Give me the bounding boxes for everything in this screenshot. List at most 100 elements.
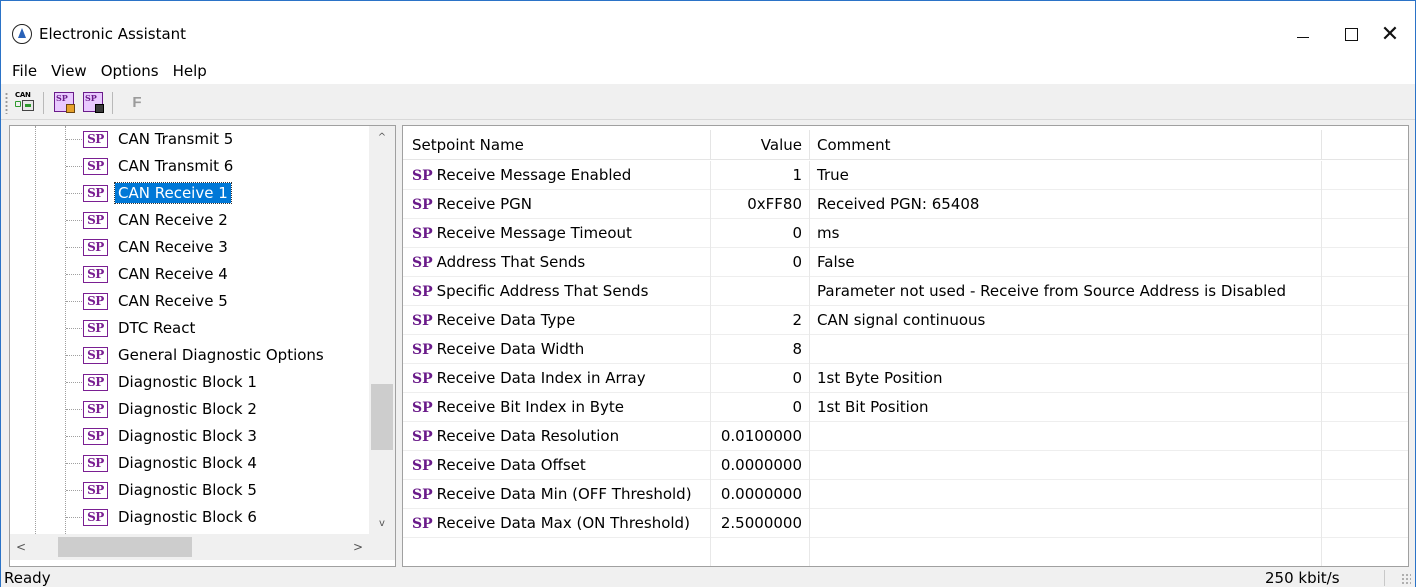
setpoint-name-cell[interactable]: SP Receive Data Index in Array (403, 364, 711, 393)
tree-item[interactable]: SP Diagnostic Block 5 (10, 476, 370, 503)
setpoint-value-cell[interactable]: 2.5000000 (711, 509, 810, 538)
setpoint-group-icon: SP (83, 266, 108, 283)
column-header-comment[interactable]: Comment (810, 130, 1322, 160)
resize-grip[interactable] (1401, 573, 1411, 585)
setpoint-name-cell[interactable]: SP Receive Message Timeout (403, 219, 711, 248)
tree-vertical-scrollbar[interactable]: ^ v (369, 126, 395, 534)
column-header-value[interactable]: Value (711, 130, 810, 160)
table-row[interactable]: SP Receive Message Enabled 1 True (403, 161, 1408, 190)
setpoint-value-cell[interactable]: 0.0100000 (711, 422, 810, 451)
table-row[interactable]: SP Receive Data Width 8 (403, 335, 1408, 364)
setpoint-group-icon: SP (83, 293, 108, 310)
scroll-up-icon[interactable]: ^ (369, 126, 395, 148)
blank-cell (1322, 161, 1408, 190)
tree-item[interactable]: SP CAN Receive 4 (10, 260, 370, 287)
tree-item[interactable]: SP CAN Transmit 6 (10, 152, 370, 179)
scroll-right-icon[interactable]: > (347, 534, 369, 560)
setpoint-icon: SP (412, 487, 433, 503)
tree-item[interactable]: SP CAN Transmit 5 (10, 126, 370, 152)
table-row[interactable]: SP Receive Data Min (OFF Threshold) 0.0000… (403, 480, 1408, 509)
setpoint-value-cell[interactable] (711, 277, 810, 306)
maximize-icon (1344, 27, 1358, 41)
table-row[interactable]: SP Address That Sends 0 False (403, 248, 1408, 277)
table-row[interactable]: SP Receive PGN 0xFF80 Received PGN: 65408 (403, 190, 1408, 219)
setpoint-name-cell[interactable]: SP Receive Data Max (ON Threshold) (403, 509, 711, 538)
open-setpoint-icon: SP (54, 92, 75, 113)
tree-connector (66, 193, 82, 194)
setpoint-name-cell[interactable]: SP Specific Address That Sends (403, 277, 711, 306)
tree-item[interactable]: SP CAN Receive 3 (10, 233, 370, 260)
tree-item-label: Diagnostic Block 5 (118, 481, 257, 499)
tree-item[interactable]: SP CAN Receive 5 (10, 287, 370, 314)
setpoint-name: Receive Data Index in Array (436, 369, 646, 387)
table-row[interactable]: SP Receive Data Type 2 CAN signal continuou… (403, 306, 1408, 335)
setpoint-value-cell[interactable]: 0 (711, 219, 810, 248)
setpoint-name-cell[interactable]: SP Receive Bit Index in Byte (403, 393, 711, 422)
tree-item[interactable]: SP DTC React (10, 314, 370, 341)
tree-vertical-scroll-thumb[interactable] (371, 384, 393, 450)
tree-item[interactable]: SP Diagnostic Block 3 (10, 422, 370, 449)
table-row[interactable]: SP Receive Data Offset 0.0000000 (403, 451, 1408, 480)
table-row[interactable]: SP Receive Data Max (ON Threshold) 2.50000… (403, 509, 1408, 538)
tree-horizontal-scrollbar[interactable]: < > (10, 534, 369, 560)
blank-cell (1322, 306, 1408, 335)
setpoint-icon: SP (412, 400, 433, 416)
can-connect-button[interactable]: CAN (12, 90, 38, 114)
setpoint-name-cell[interactable]: SP Receive PGN (403, 190, 711, 219)
close-button[interactable]: ✕ (1367, 13, 1413, 55)
column-header-setpoint-name[interactable]: Setpoint Name (403, 130, 711, 160)
setpoint-name: Receive Data Min (OFF Threshold) (436, 485, 692, 503)
title-bar[interactable]: Electronic Assistant ✕ (1, 1, 1415, 58)
setpoint-value-cell[interactable]: 0.0000000 (711, 451, 810, 480)
tree-item[interactable]: SP CAN Receive 2 (10, 206, 370, 233)
setpoint-value-cell[interactable]: 0 (711, 248, 810, 277)
scroll-left-icon[interactable]: < (10, 534, 32, 560)
table-row[interactable]: SP Receive Message Timeout 0 ms (403, 219, 1408, 248)
flash-button[interactable]: F (124, 90, 150, 114)
setpoint-name-cell[interactable]: SP Receive Data Type (403, 306, 711, 335)
scroll-down-icon[interactable]: v (369, 512, 395, 534)
table-row[interactable]: SP Receive Data Index in Array 0 1st Byte P… (403, 364, 1408, 393)
menu-help[interactable]: Help (166, 60, 214, 82)
toolbar-grip[interactable] (5, 92, 8, 114)
menu-view[interactable]: View (44, 60, 94, 82)
setpoint-icon: SP (412, 226, 433, 242)
tree-item[interactable]: SP Diagnostic Block 4 (10, 449, 370, 476)
open-setpoint-file-button[interactable]: SP (51, 90, 77, 114)
tree-item[interactable]: SP Diagnostic Block 1 (10, 368, 370, 395)
setpoint-name-cell[interactable]: SP Receive Data Offset (403, 451, 711, 480)
setpoint-value-cell[interactable]: 0.0000000 (711, 480, 810, 509)
tree-item[interactable]: SP General Diagnostic Options (10, 341, 370, 368)
setpoint-comment-cell: Parameter not used - Receive from Source… (810, 277, 1322, 306)
menu-file[interactable]: File (5, 60, 44, 82)
close-icon: ✕ (1380, 21, 1400, 47)
save-setpoint-file-button[interactable]: SP (80, 90, 106, 114)
setpoint-value-cell[interactable]: 1 (711, 161, 810, 190)
setpoint-value-cell[interactable]: 0 (711, 364, 810, 393)
tree-item-label: CAN Receive 1 (114, 182, 232, 204)
setpoint-value-cell[interactable]: 2 (711, 306, 810, 335)
tree-item[interactable]: SP CAN Receive 1 (10, 179, 370, 206)
tree-item[interactable]: SP Diagnostic Block 6 (10, 503, 370, 530)
setpoint-name-cell[interactable]: SP Receive Data Resolution (403, 422, 711, 451)
setpoint-name-cell[interactable]: SP Receive Data Width (403, 335, 711, 364)
tree-horizontal-scroll-thumb[interactable] (58, 537, 192, 557)
setpoint-tree[interactable]: SP CAN Transmit 5 SP CAN Transmit 6 SP CAN Re… (9, 125, 396, 567)
menu-options[interactable]: Options (94, 60, 166, 82)
setpoint-grid: Setpoint Name Value Comment SP Receive Me… (402, 125, 1409, 567)
setpoint-name-cell[interactable]: SP Receive Message Enabled (403, 161, 711, 190)
table-row[interactable]: SP Receive Data Resolution 0.0100000 (403, 422, 1408, 451)
table-row[interactable]: SP Receive Bit Index in Byte 0 1st Bit Posi… (403, 393, 1408, 422)
setpoint-comment-cell: Received PGN: 65408 (810, 190, 1322, 219)
tree-item[interactable]: SP Diagnostic Block 2 (10, 395, 370, 422)
minimize-button[interactable] (1280, 13, 1326, 55)
setpoint-name-cell[interactable]: SP Receive Data Min (OFF Threshold) (403, 480, 711, 509)
setpoint-value-cell[interactable]: 0xFF80 (711, 190, 810, 219)
setpoint-name: Receive Data Resolution (436, 427, 620, 445)
setpoint-name-cell[interactable]: SP Address That Sends (403, 248, 711, 277)
window-title: Electronic Assistant (39, 25, 187, 43)
setpoint-value-cell[interactable]: 8 (711, 335, 810, 364)
table-row[interactable]: SP Specific Address That Sends Parameter n… (403, 277, 1408, 306)
setpoint-value-cell[interactable]: 0 (711, 393, 810, 422)
setpoint-group-icon: SP (83, 455, 108, 472)
